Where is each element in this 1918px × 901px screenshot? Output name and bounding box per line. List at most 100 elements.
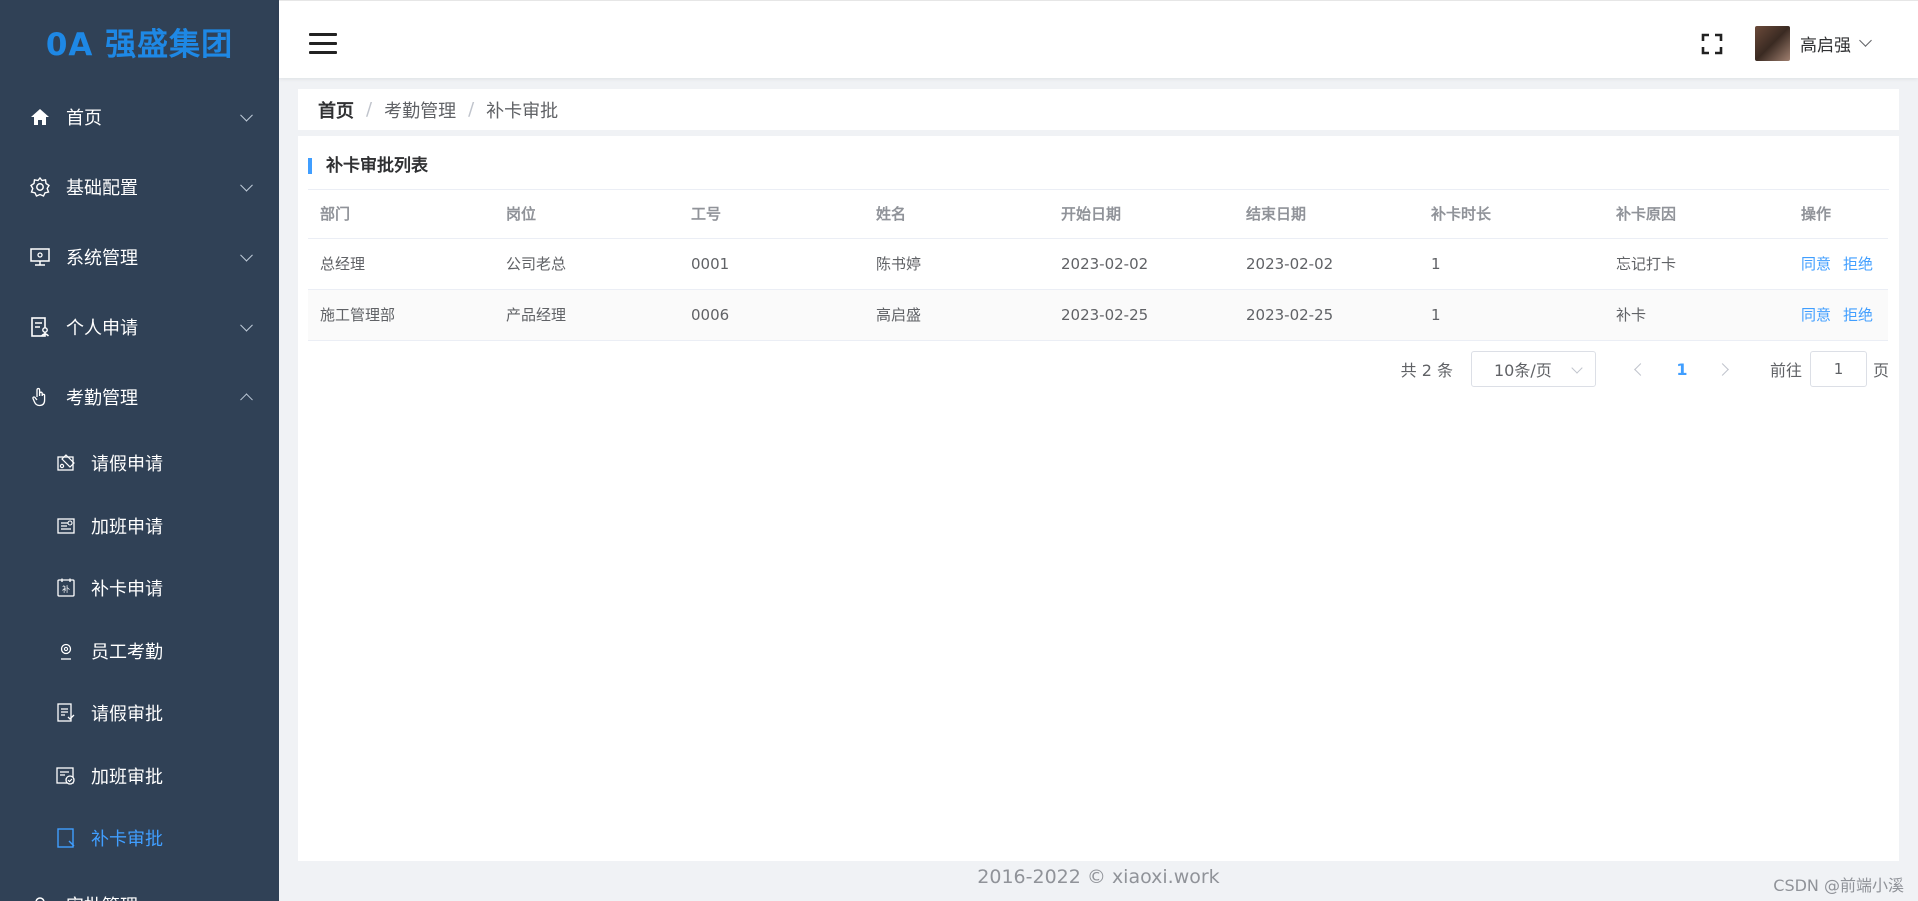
top-header: 高启强: [279, 0, 1918, 78]
column-header: 岗位: [494, 190, 679, 239]
cell-end-date: 2023-02-02: [1234, 238, 1419, 290]
card-approval-icon: [54, 826, 78, 850]
hand-icon: [28, 385, 52, 409]
sidebar-subitem-label: 请假审批: [91, 704, 163, 726]
column-header: 姓名: [864, 190, 1049, 239]
column-header: 补卡时长: [1419, 190, 1604, 239]
breadcrumb-separator: /: [468, 99, 475, 120]
sidebar-subitem-overtime-approval[interactable]: 加班审批: [0, 745, 279, 808]
user-icon: [28, 893, 52, 901]
goto-suffix: 页: [1872, 361, 1889, 380]
pagination: 共 2 条 10条/页 1 前往 页: [1401, 351, 1889, 387]
sidebar-subitem-card-patch-apply[interactable]: 补 补卡申请: [0, 557, 279, 620]
breadcrumb-home[interactable]: 首页: [318, 97, 354, 123]
logo-text: 0A 强盛集团: [45, 26, 234, 63]
cell-name: 陈书婷: [864, 238, 1049, 290]
goto-page-input[interactable]: [1809, 351, 1867, 387]
breadcrumb-attendance: 考勤管理: [384, 100, 457, 122]
column-header: 操作: [1789, 190, 1888, 239]
chevron-down-icon: [240, 108, 253, 122]
sidebar-item-attendance[interactable]: 考勤管理: [0, 362, 279, 432]
sidebar-subitem-leave-approval[interactable]: 请假审批: [0, 682, 279, 745]
chevron-down-icon: [1571, 362, 1583, 374]
table-header-row: 部门 岗位 工号 姓名 开始日期 结束日期 补卡时长 补卡原因 操作: [308, 190, 1888, 239]
approve-button[interactable]: 同意: [1801, 306, 1831, 324]
leave-approval-icon: [54, 701, 78, 725]
cell-start-date: 2023-02-25: [1049, 289, 1234, 341]
next-page-button[interactable]: [1706, 352, 1740, 386]
chevron-down-icon: [240, 896, 253, 901]
column-header: 开始日期: [1049, 190, 1234, 239]
reject-button[interactable]: 拒绝: [1843, 306, 1873, 324]
cell-reason: 忘记打卡: [1604, 238, 1789, 290]
sidebar-subitem-employee-attendance[interactable]: 员工考勤: [0, 620, 279, 683]
sidebar-subitem-label: 补卡申请: [91, 579, 163, 601]
page-size-value: 10条/页: [1493, 361, 1552, 380]
sidebar: 0A 强盛集团 首页 基础配置 系统管理 个人申请 考勤管理 请假申请 加班申请…: [0, 0, 279, 901]
chevron-right-icon: [1716, 362, 1730, 376]
overtime-approval-icon: [54, 764, 78, 788]
cell-end-date: 2023-02-25: [1234, 289, 1419, 341]
sidebar-item-label: 系统管理: [66, 248, 138, 269]
sidebar-subitem-label: 员工考勤: [91, 641, 163, 663]
sidebar-subitem-leave-apply[interactable]: 请假申请: [0, 432, 279, 495]
sidebar-item-system[interactable]: 系统管理: [0, 222, 279, 292]
breadcrumb-separator: /: [366, 99, 373, 120]
overtime-icon: [54, 514, 78, 538]
cell-id: 0001: [679, 238, 864, 290]
approval-table: 部门 岗位 工号 姓名 开始日期 结束日期 补卡时长 补卡原因 操作 总经理 公…: [308, 190, 1888, 341]
chevron-down-icon: [240, 248, 253, 262]
svg-text:补: 补: [62, 584, 70, 594]
sidebar-item-label: 审批管理: [66, 892, 138, 901]
page-number[interactable]: 1: [1658, 360, 1706, 379]
main-card: 补卡审批列表 部门 岗位 工号 姓名 开始日期 结束日期 补卡时长 补卡原因 操…: [298, 136, 1899, 861]
cell-actions: 同意 拒绝: [1789, 238, 1888, 290]
home-icon: [28, 105, 52, 129]
chevron-down-icon: [240, 178, 253, 192]
reject-button[interactable]: 拒绝: [1843, 255, 1873, 273]
sidebar-item-label: 个人申请: [66, 318, 138, 339]
cell-duration: 1: [1419, 238, 1604, 290]
cell-dept: 总经理: [308, 238, 494, 290]
chevron-down-icon: [240, 318, 253, 332]
sidebar-subitem-label: 请假申请: [91, 454, 163, 476]
sidebar-subitem-label: 补卡审批: [91, 829, 163, 851]
avatar[interactable]: [1755, 26, 1790, 61]
breadcrumb-current: 补卡审批: [486, 100, 559, 122]
cell-start-date: 2023-02-02: [1049, 238, 1234, 290]
logo[interactable]: 0A 强盛集团: [0, 0, 279, 82]
chevron-up-icon: [240, 393, 253, 407]
gear-icon: [28, 175, 52, 199]
goto-label: 前往: [1769, 361, 1802, 380]
fullscreen-icon[interactable]: [1701, 33, 1723, 55]
sidebar-item-label: 首页: [66, 108, 102, 129]
sidebar-item-home[interactable]: 首页: [0, 82, 279, 152]
prev-page-button[interactable]: [1624, 352, 1658, 386]
approve-button[interactable]: 同意: [1801, 255, 1831, 273]
column-header: 部门: [308, 190, 494, 239]
hamburger-menu-icon[interactable]: [309, 33, 337, 55]
cell-dept: 施工管理部: [308, 289, 494, 341]
table-row: 施工管理部 产品经理 0006 高启盛 2023-02-25 2023-02-2…: [308, 289, 1888, 341]
page-title: 补卡审批列表: [308, 158, 428, 175]
sidebar-item-label: 考勤管理: [66, 388, 138, 409]
watermark: CSDN @前端小溪: [1773, 876, 1904, 895]
chevron-left-icon: [1634, 362, 1648, 376]
cell-post: 公司老总: [494, 238, 679, 290]
cell-id: 0006: [679, 289, 864, 341]
sidebar-subitem-card-approval[interactable]: 补卡审批: [0, 807, 279, 870]
sidebar-subitem-overtime-apply[interactable]: 加班申请: [0, 495, 279, 558]
sidebar-item-basic-config[interactable]: 基础配置: [0, 152, 279, 222]
leave-icon: [54, 451, 78, 475]
cell-duration: 1: [1419, 289, 1604, 341]
page-size-select[interactable]: 10条/页: [1470, 351, 1596, 387]
breadcrumb: 首页 / 考勤管理 / 补卡审批: [298, 89, 1899, 130]
card-patch-icon: 补: [54, 576, 78, 600]
sidebar-item-label: 基础配置: [66, 178, 138, 199]
sidebar-item-personal-apply[interactable]: 个人申请: [0, 292, 279, 362]
sidebar-item-approval[interactable]: 审批管理: [0, 870, 279, 901]
page-jumper: 前往 页: [1770, 351, 1889, 387]
footer-copyright: 2016-2022 © xiaoxi.work: [977, 866, 1220, 888]
cell-post: 产品经理: [494, 289, 679, 341]
user-dropdown[interactable]: 高启强: [1755, 26, 1872, 61]
